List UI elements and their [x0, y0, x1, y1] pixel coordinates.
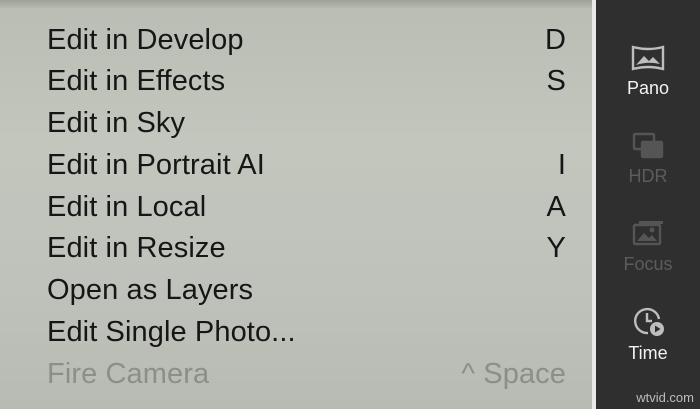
menu-item-edit-in-resize[interactable]: Edit in Resize Y [47, 228, 566, 269]
menu-item-label: Edit in Resize [47, 232, 226, 264]
tool-pano[interactable]: Pano [596, 44, 700, 99]
menu-item-label: Open as Layers [47, 274, 254, 306]
hdr-stack-icon [632, 132, 664, 159]
tool-label: Time [628, 343, 668, 363]
menu-top-edge [0, 0, 592, 8]
menu-item-label: Edit in Local [47, 191, 207, 223]
focus-stack-icon [632, 221, 663, 246]
panorama-icon [631, 45, 665, 71]
menu-item-fire-camera: Fire Camera ^ Space [47, 354, 566, 395]
menu-item-label: Edit in Sky [47, 107, 186, 139]
menu-item-shortcut: I [557, 149, 566, 181]
tool-hdr: HDR [596, 132, 700, 187]
menu-item-label: Edit in Effects [47, 65, 226, 97]
tool-time[interactable]: Time [596, 305, 700, 364]
timelapse-icon [633, 307, 664, 336]
tool-label: Pano [626, 78, 670, 98]
context-menu: Edit in Develop D Edit in Effects S Edit… [0, 0, 592, 409]
menu-item-label: Edit in Portrait AI [47, 149, 265, 181]
menu-item-label: Fire Camera [47, 358, 210, 390]
menu-item-label: Edit Single Photo... [47, 316, 296, 348]
watermark-text: wtvid.com [636, 390, 694, 405]
tool-label: HDR [628, 166, 668, 186]
menu-item-edit-in-develop[interactable]: Edit in Develop D [47, 20, 566, 61]
tool-focus: Focus [596, 220, 700, 275]
menu-item-edit-in-effects[interactable]: Edit in Effects S [47, 61, 566, 102]
tool-label: Focus [623, 254, 673, 274]
menu-item-shortcut: ^ Space [461, 358, 566, 390]
menu-item-edit-in-local[interactable]: Edit in Local A [47, 187, 566, 228]
menu-item-edit-in-sky[interactable]: Edit in Sky [47, 103, 566, 144]
menu-item-label: Edit in Develop [47, 24, 244, 56]
menu-item-open-as-layers[interactable]: Open as Layers [47, 270, 566, 311]
app-window: Edit in Develop D Edit in Effects S Edit… [0, 0, 700, 409]
menu-item-edit-in-portrait-ai[interactable]: Edit in Portrait AI I [47, 145, 566, 186]
menu-item-shortcut: A [546, 191, 566, 223]
menu-item-shortcut: Y [546, 232, 566, 264]
menu-item-shortcut: S [546, 65, 566, 97]
menu-item-shortcut: D [544, 24, 566, 56]
menu-item-edit-single-photo[interactable]: Edit Single Photo... [47, 312, 566, 353]
tools-sidebar: Pano HDR Focus Time wtvid.com [596, 0, 700, 409]
